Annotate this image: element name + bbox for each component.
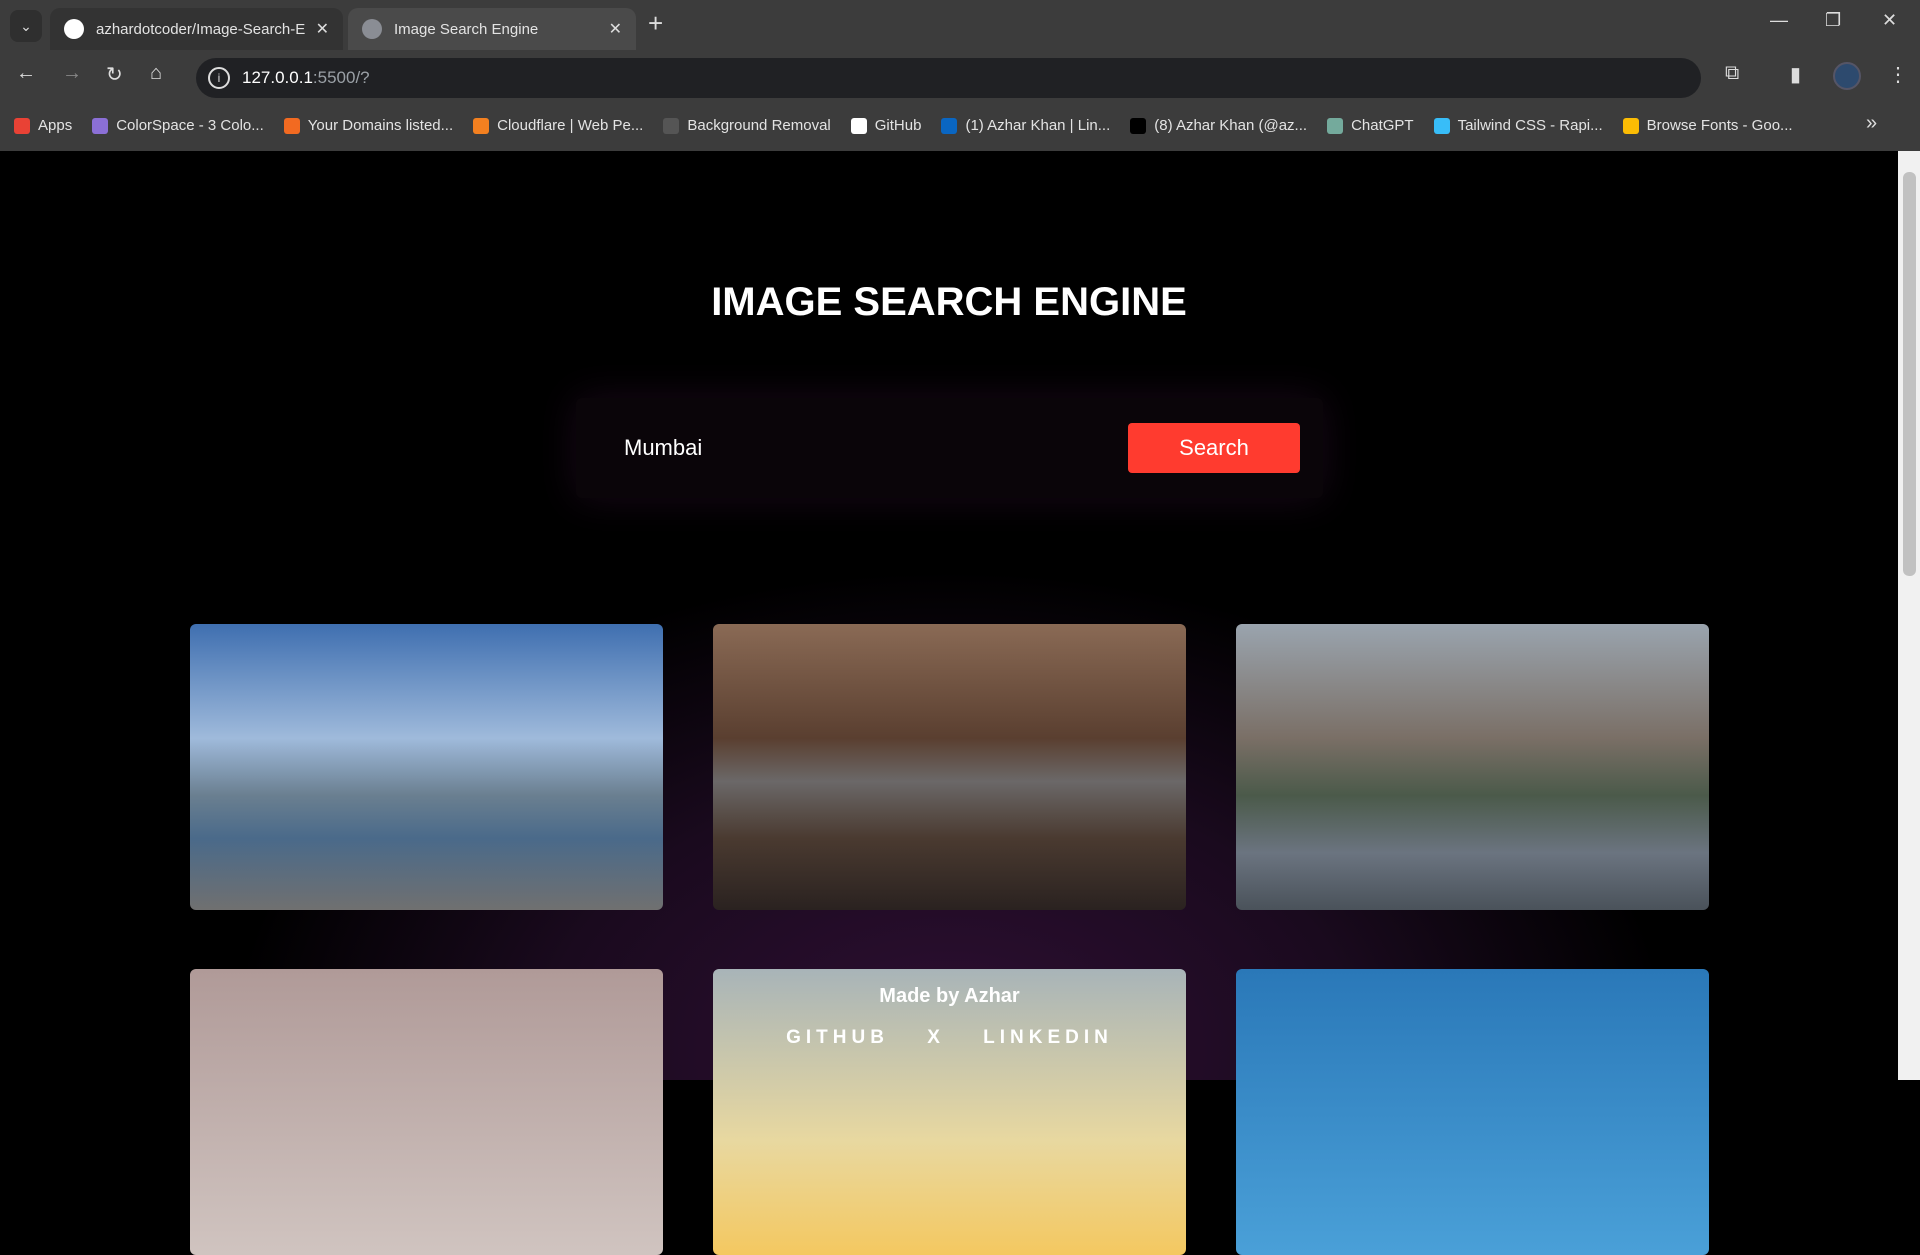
close-icon[interactable]: ✕ [316,19,329,39]
separator: X [927,1027,945,1048]
close-icon[interactable]: ✕ [609,19,622,39]
side-panel-icon[interactable]: ▮ [1790,62,1801,87]
bookmark-icon [92,117,109,134]
bookmark-item[interactable]: Apps [14,117,72,134]
bookmark-icon [1130,117,1147,134]
home-icon[interactable]: ⌂ [150,62,162,85]
bookmark-icon [1433,117,1450,134]
address-bar[interactable]: i 127.0.0.1:5500/? [196,58,1701,98]
search-button[interactable]: Search [1128,423,1300,473]
bookmark-icon [663,117,680,134]
result-image[interactable] [1236,624,1709,910]
result-image[interactable] [713,624,1186,910]
bookmarks-bar: Apps ColorSpace - 3 Colo... Your Domains l… [0,100,1920,151]
bookmark-icon [283,117,300,134]
minimize-button[interactable]: — [1770,10,1788,31]
bookmark-item[interactable]: Background Removal [663,117,831,134]
result-image[interactable] [1236,969,1709,1255]
bookmark-item[interactable]: (8) Azhar Khan (@az... [1130,117,1307,134]
url-path: :5500/? [312,68,370,87]
bookmark-item[interactable]: GitHub [850,117,922,134]
bookmark-icon [14,117,30,134]
bookmark-item[interactable]: Cloudflare | Web Pe... [473,117,643,134]
tab-github[interactable]: azhardotcoder/Image-Search-E ✕ [50,8,343,50]
bookmark-label: Background Removal [687,117,831,134]
social-links: GITHUB X LINKEDIN [713,1027,1186,1049]
bookmark-item[interactable]: Tailwind CSS - Rapi... [1433,117,1603,134]
restore-button[interactable]: ❐ [1825,10,1841,31]
bookmark-icon [1327,117,1344,134]
search-input[interactable] [624,428,1124,468]
linkedin-link[interactable]: LINKEDIN [983,1027,1113,1048]
credit-text: Made by Azhar [879,985,1020,1007]
close-window-button[interactable]: ✕ [1882,10,1897,31]
bookmark-label: Your Domains listed... [307,117,454,134]
bookmark-icon [850,117,867,134]
new-tab-button[interactable]: + [648,8,663,39]
tab-bar: ⌄ azhardotcoder/Image-Search-E ✕ Image S… [0,0,1920,50]
tab-title: Image Search Engine [394,20,539,38]
bookmark-label: (8) Azhar Khan (@az... [1154,117,1308,134]
search-form: Search [576,398,1323,498]
bookmark-item[interactable]: Your Domains listed... [283,117,454,134]
bookmark-label: GitHub [874,117,922,134]
bookmark-label: ColorSpace - 3 Colo... [116,117,264,134]
tab-search-button[interactable]: ⌄ [10,10,42,42]
bookmark-item[interactable]: ColorSpace - 3 Colo... [92,117,264,134]
bookmark-item[interactable]: ChatGPT [1327,117,1414,134]
result-image[interactable] [190,624,663,910]
bookmark-label: (1) Azhar Khan | Lin... [965,117,1111,134]
bookmark-icon [1622,117,1639,134]
github-icon [64,19,84,39]
result-image[interactable]: Made by Azhar GITHUB X LINKEDIN [713,969,1186,1255]
result-image[interactable] [190,969,663,1255]
reload-icon[interactable]: ↻ [106,62,123,87]
tab-title: azhardotcoder/Image-Search-E [96,20,306,38]
github-link[interactable]: GITHUB [786,1027,889,1048]
bookmark-label: Tailwind CSS - Rapi... [1457,117,1603,134]
bookmark-item[interactable]: (1) Azhar Khan | Lin... [941,117,1110,134]
back-icon[interactable]: ← [16,62,36,85]
bookmark-label: Apps [38,117,73,134]
tab-image-search[interactable]: Image Search Engine ✕ [348,8,636,50]
bookmark-icon [473,117,490,134]
globe-icon [362,19,382,39]
bookmark-label: Browse Fonts - Goo... [1646,117,1793,134]
forward-icon[interactable]: → [62,62,82,85]
extensions-icon[interactable]: ⧉ [1725,62,1739,85]
avatar[interactable] [1833,62,1861,90]
bookmark-label: Cloudflare | Web Pe... [497,117,644,134]
more-bookmarks-icon[interactable]: » [1866,112,1877,135]
page-title: IMAGE SEARCH ENGINE [711,280,1187,324]
bookmark-icon [941,117,958,134]
bookmark-label: ChatGPT [1351,117,1414,134]
url-host: 127.0.0.1 [242,68,313,87]
menu-icon[interactable]: ⋮ [1888,62,1908,87]
bookmark-item[interactable]: Browse Fonts - Goo... [1622,117,1793,134]
site-info-icon[interactable]: i [208,67,230,89]
scrollbar-thumb[interactable] [1903,172,1916,576]
